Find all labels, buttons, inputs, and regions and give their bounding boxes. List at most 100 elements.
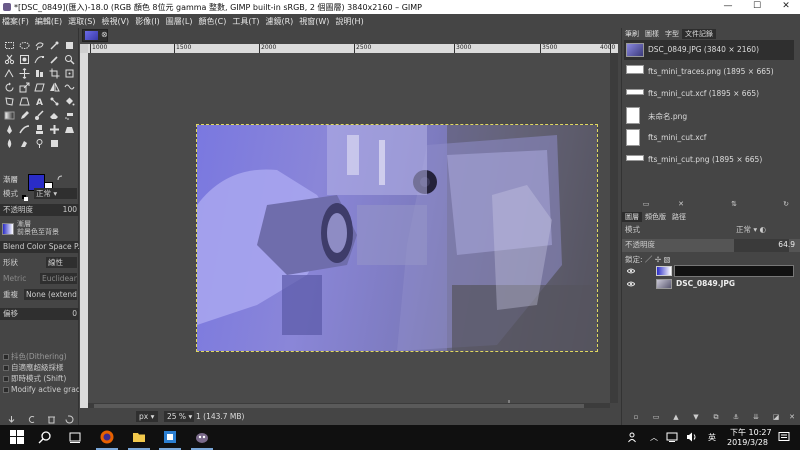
layer-opacity-slider[interactable]: 不透明度 64.9 — [622, 239, 800, 252]
menu-select[interactable]: 選取(S) — [68, 16, 95, 27]
close-button[interactable]: ✕ — [772, 0, 800, 14]
merge-layer-icon[interactable]: ⇊ — [752, 413, 760, 421]
crop-icon[interactable] — [49, 68, 60, 79]
mask-layer-icon[interactable]: ◪ — [772, 413, 780, 421]
lock-alpha-icon[interactable]: ▧ — [664, 255, 671, 264]
perspective-clone-icon[interactable] — [64, 124, 75, 135]
modify-active-checkbox[interactable]: Modify active gradie — [0, 384, 79, 396]
restore-options-icon[interactable] — [26, 414, 37, 425]
new-group-icon[interactable]: ▭ — [652, 413, 660, 421]
repeat-select[interactable]: None (extend) — [24, 289, 77, 300]
menu-view[interactable]: 檢視(V) — [101, 16, 129, 27]
layer-row[interactable] — [622, 265, 800, 278]
gradient-icon[interactable] — [4, 110, 15, 121]
offset-slider[interactable]: 偏移 0 — [0, 308, 79, 320]
lasso-icon[interactable] — [34, 40, 45, 51]
menu-tools[interactable]: 工具(T) — [232, 16, 259, 27]
canvas-viewport[interactable] — [88, 53, 610, 408]
clock-time[interactable]: 下午 10:27 — [730, 427, 772, 438]
raise-layer-icon[interactable]: ▲ — [672, 413, 680, 421]
fuzzy-select-icon[interactable] — [49, 40, 60, 51]
swap-colors-icon[interactable] — [57, 174, 63, 181]
mypaint-brush-icon[interactable] — [19, 124, 30, 135]
pencil-icon[interactable] — [19, 110, 30, 121]
eraser-icon[interactable] — [49, 110, 60, 121]
foreground-color-icon[interactable] — [49, 138, 60, 149]
paintbrush-icon[interactable] — [34, 110, 45, 121]
delete-layer-icon[interactable]: ✕ — [788, 413, 796, 421]
blur-icon[interactable] — [4, 138, 15, 149]
measure-icon[interactable] — [4, 68, 15, 79]
gimp-taskbar-icon[interactable] — [195, 430, 209, 444]
rect-select-icon[interactable] — [4, 40, 15, 51]
perspective-icon[interactable] — [19, 96, 30, 107]
tab-fonts[interactable]: 字型 — [662, 29, 682, 39]
document-item[interactable]: fts_mini_cut.png (1895 × 665) — [624, 150, 794, 170]
mode-select[interactable]: 正常 ▾ — [34, 188, 77, 199]
volume-icon[interactable] — [686, 431, 698, 443]
clone-icon[interactable] — [34, 124, 45, 135]
cage-transform-icon[interactable] — [4, 96, 15, 107]
duplicate-layer-icon[interactable]: ⧉ — [712, 413, 720, 421]
flip-icon[interactable] — [49, 82, 60, 93]
document-item[interactable]: fts_mini_traces.png (1895 × 665) — [624, 62, 794, 82]
task-view-icon[interactable] — [68, 430, 82, 444]
opacity-slider[interactable]: 不透明度 100 — [0, 204, 79, 216]
maximize-button[interactable]: ☐ — [743, 0, 771, 14]
shear-icon[interactable] — [34, 82, 45, 93]
notifications-icon[interactable] — [778, 431, 790, 443]
menu-image[interactable]: 影像(I) — [135, 16, 160, 27]
tab-patterns[interactable]: 圖樣 — [642, 29, 662, 39]
image-tab[interactable]: ⊗ — [82, 29, 108, 42]
raise-display-icon[interactable]: ⇅ — [730, 200, 738, 208]
shape-select[interactable]: 線性 — [46, 257, 77, 268]
lock-pixels-icon[interactable]: ／ — [645, 255, 653, 264]
windows-start-icon[interactable] — [10, 430, 24, 444]
reset-options-icon[interactable] — [64, 414, 75, 425]
menu-layer[interactable]: 圖層(L) — [166, 16, 193, 27]
bucket-fill-icon[interactable] — [64, 96, 75, 107]
network-icon[interactable] — [666, 431, 678, 443]
firefox-icon[interactable] — [100, 430, 114, 444]
color-select-icon[interactable] — [64, 40, 75, 51]
close-tab-icon[interactable]: ⊗ — [101, 30, 108, 39]
open-image-icon[interactable]: ▭ — [642, 200, 650, 208]
delete-options-icon[interactable] — [46, 414, 57, 425]
menu-windows[interactable]: 視窗(W) — [299, 16, 329, 27]
vertical-scrollbar[interactable] — [610, 53, 618, 403]
foreground-select-icon[interactable] — [19, 54, 30, 65]
search-icon[interactable] — [38, 430, 52, 444]
document-item[interactable]: 未命名.png — [624, 106, 794, 126]
people-icon[interactable] — [628, 431, 640, 443]
zoom-icon[interactable] — [64, 54, 75, 65]
quick-mask-corner-icon[interactable] — [80, 44, 88, 53]
unified-transform-icon[interactable] — [64, 68, 75, 79]
save-options-icon[interactable] — [6, 414, 17, 425]
handle-transform-icon[interactable] — [49, 96, 60, 107]
menu-filters[interactable]: 濾鏡(R) — [265, 16, 293, 27]
warp-transform-icon[interactable] — [64, 82, 75, 93]
color-picker-icon[interactable] — [49, 54, 60, 65]
align-icon[interactable] — [34, 68, 45, 79]
text-tool-icon[interactable]: A — [34, 96, 45, 107]
menu-file[interactable]: 檔案(F) — [2, 16, 29, 27]
tab-document-history[interactable]: 文件記錄 — [682, 29, 716, 39]
menu-colors[interactable]: 顏色(C) — [199, 16, 227, 27]
heal-icon[interactable] — [49, 124, 60, 135]
dodge-burn-icon[interactable] — [34, 138, 45, 149]
ellipse-select-icon[interactable] — [19, 40, 30, 51]
airbrush-icon[interactable] — [64, 110, 75, 121]
gradient-preview[interactable] — [2, 223, 14, 235]
tab-brushes[interactable]: 筆刷 — [622, 29, 642, 39]
anchor-layer-icon[interactable]: ⚓ — [732, 413, 740, 421]
document-item[interactable]: fts_mini_cut.xcf (1895 × 665) — [624, 84, 794, 104]
rotate-icon[interactable] — [4, 82, 15, 93]
vertical-ruler[interactable] — [80, 53, 88, 423]
paths-icon[interactable] — [34, 54, 45, 65]
blend-color-space-select[interactable]: Blend Color Space P... — [0, 241, 79, 253]
lower-layer-icon[interactable]: ▼ — [692, 413, 700, 421]
smudge-icon[interactable] — [19, 138, 30, 149]
lock-position-icon[interactable]: ✢ — [655, 255, 661, 264]
layer-mode-select[interactable]: 正常 ▾ ◐ — [734, 224, 796, 235]
layer-name-editor[interactable] — [674, 265, 794, 277]
